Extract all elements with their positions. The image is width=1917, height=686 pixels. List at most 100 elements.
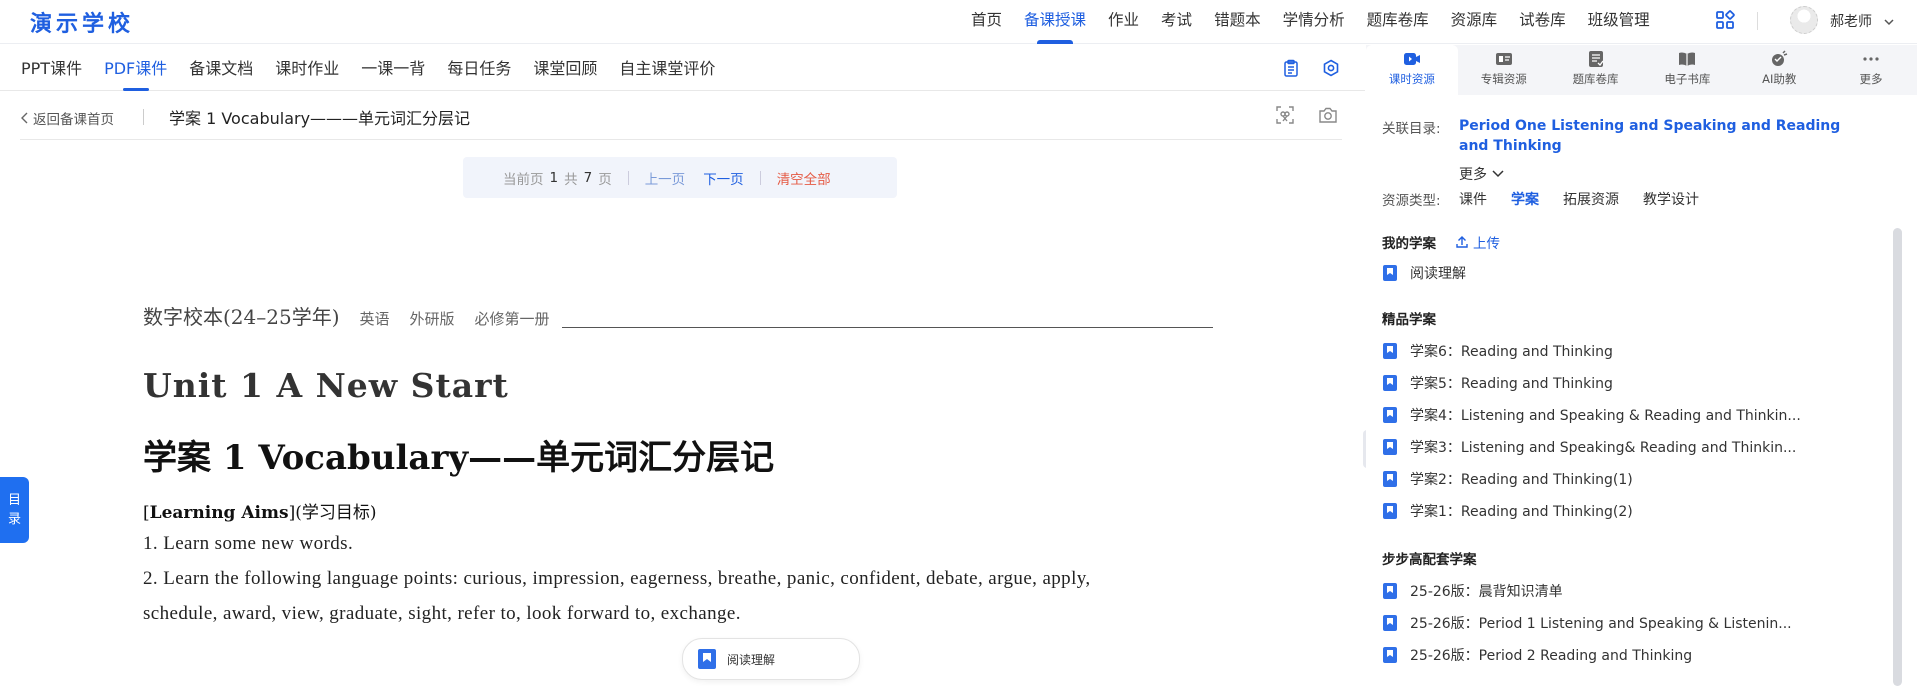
chevron-down-icon [1492, 170, 1504, 178]
tab-lesson-resources[interactable]: 课时资源 [1366, 45, 1458, 95]
tab-prep-doc[interactable]: 备课文档 [178, 45, 264, 91]
tab-label: 课时资源 [1388, 72, 1435, 86]
tab-ppt[interactable]: PPT课件 [10, 45, 93, 91]
floating-card-label: 阅读理解 [727, 652, 776, 667]
next-page-button[interactable]: 下一页 [703, 168, 744, 188]
upload-icon [1456, 236, 1468, 248]
filter-courseware[interactable]: 课件 [1459, 189, 1487, 209]
list-item[interactable]: 阅读理解 [1382, 263, 1466, 283]
list-item-label: 学案2：Reading and Thinking(1) [1410, 472, 1633, 488]
breadcrumb: 返回备课首页 学案 1 Vocabulary———单元词汇分层记 [20, 92, 1342, 140]
subject-label: 英语 [359, 310, 390, 328]
tab-label: 电子书库 [1664, 72, 1711, 86]
document-icon [1383, 583, 1397, 599]
current-page-label: 当前页 [503, 171, 544, 188]
list-item[interactable]: 学案4：Listening and Speaking & Reading and… [1382, 405, 1801, 425]
resource-type-filter: 课件 学案 拓展资源 教学设计 [1459, 189, 1723, 209]
resource-tabs: PPT课件 PDF课件 备课文档 课时作业 一课一背 每日任务 课堂回顾 自主课… [10, 45, 726, 91]
tab-pdf[interactable]: PDF课件 [93, 45, 178, 91]
more-icon [1863, 57, 1879, 61]
publisher-label: 外研版 [409, 310, 455, 328]
nav-question-bank[interactable]: 题库卷库 [1356, 0, 1440, 44]
top-navbar: 演示学校 首页 备课授课 作业 考试 错题本 学情分析 题库卷库 资源库 试卷库… [0, 0, 1917, 44]
apps-grid-icon[interactable] [1715, 10, 1735, 34]
nav-mistake-book[interactable]: 错题本 [1203, 0, 1272, 44]
catalog-link[interactable]: Period One Listening and Speaking and Re… [1459, 116, 1849, 156]
list-item-label: 学案6：Reading and Thinking [1410, 344, 1613, 360]
tab-ebook-library[interactable]: 电子书库 [1641, 45, 1733, 95]
page-unit-label: 页 [598, 171, 612, 188]
document-icon [698, 649, 716, 669]
upload-button[interactable]: 上传 [1455, 232, 1500, 252]
tab-more[interactable]: 更多 [1825, 45, 1917, 95]
prev-page-button[interactable]: 上一页 [645, 168, 686, 188]
document-icon [1383, 439, 1397, 455]
filter-extended-resources[interactable]: 拓展资源 [1563, 189, 1619, 209]
question-bank-icon [1588, 51, 1604, 67]
nav-resources[interactable]: 资源库 [1440, 0, 1509, 44]
document-icon [1383, 647, 1397, 663]
tab-daily-task[interactable]: 每日任务 [436, 45, 522, 91]
list-item[interactable]: 25-26版：晨背知识清单 [1382, 581, 1563, 601]
list-item-label: 学案4：Listening and Speaking & Reading and… [1410, 408, 1801, 424]
more-label: 更多 [1459, 167, 1487, 183]
right-resource-panel: 课时资源 专辑资源 题库卷库 电子书库 AI助教 更多 关联目录: Period… [1366, 45, 1917, 686]
filter-teaching-design[interactable]: 教学设计 [1643, 189, 1699, 209]
nav-lesson-prep[interactable]: 备课授课 [1013, 0, 1097, 44]
bubu-guides-heading: 步步高配套学案 [1382, 552, 1477, 568]
clipboard-icon[interactable] [1282, 59, 1300, 81]
book-icon [1679, 52, 1696, 66]
lesson-title: 学案 1 Vocabulary——单元词汇分层记 [143, 438, 775, 478]
nav-class-management[interactable]: 班级管理 [1577, 0, 1661, 44]
username[interactable]: 郝老师 [1830, 11, 1872, 31]
document-icon [1383, 615, 1397, 631]
nav-home[interactable]: 首页 [960, 0, 1013, 44]
tab-review[interactable]: 课堂回顾 [522, 45, 608, 91]
toc-toggle-button[interactable]: 目 录 [0, 477, 29, 543]
list-item-label: 学案3：Listening and Speaking& Reading and … [1410, 440, 1797, 456]
total-label: 共 [564, 171, 578, 188]
toc-label: 目 [7, 493, 21, 508]
list-item[interactable]: 学案3：Listening and Speaking& Reading and … [1382, 437, 1796, 457]
my-study-guides-heading: 我的学案 [1382, 236, 1436, 252]
nav-homework[interactable]: 作业 [1097, 0, 1150, 44]
list-item[interactable]: 学案2：Reading and Thinking(1) [1382, 469, 1633, 489]
nav-exam[interactable]: 考试 [1150, 0, 1203, 44]
list-item[interactable]: 25-26版：Period 1 Listening and Speaking &… [1382, 613, 1792, 633]
tab-homework[interactable]: 课时作业 [264, 45, 350, 91]
chevron-down-icon[interactable] [1883, 13, 1895, 32]
tab-recite[interactable]: 一课一背 [350, 45, 436, 91]
list-item-label: 学案5：Reading and Thinking [1410, 376, 1613, 392]
tab-question-bank[interactable]: 题库卷库 [1550, 45, 1642, 95]
camera-icon[interactable] [1318, 105, 1338, 129]
list-item[interactable]: 25-26版：Period 2 Reading and Thinking [1382, 645, 1692, 665]
page-pager: 当前页 1 共 7 页 上一页 下一页 清空全部 [463, 157, 897, 198]
gear-icon[interactable] [1322, 59, 1340, 81]
floating-resource-card[interactable]: 阅读理解 [682, 638, 860, 680]
list-item[interactable]: 学案1：Reading and Thinking(2) [1382, 501, 1633, 521]
list-item-label: 25-26版：Period 2 Reading and Thinking [1410, 648, 1693, 664]
document-icon [1383, 503, 1397, 519]
more-catalog-button[interactable]: 更多 [1459, 164, 1505, 184]
nav-paper-library[interactable]: 试卷库 [1508, 0, 1577, 44]
avatar[interactable] [1790, 6, 1818, 34]
list-item[interactable]: 学案6：Reading and Thinking [1382, 341, 1613, 361]
tab-self-evaluation[interactable]: 自主课堂评价 [608, 45, 726, 91]
total-page-number: 7 [583, 169, 593, 186]
main-nav: 首页 备课授课 作业 考试 错题本 学情分析 题库卷库 资源库 试卷库 班级管理 [960, 0, 1661, 44]
clear-all-button[interactable]: 清空全部 [777, 168, 831, 188]
back-to-prep-home-link[interactable]: 返回备课首页 [20, 108, 114, 128]
school-logo[interactable]: 演示学校 [30, 6, 134, 38]
document-title: 学案 1 Vocabulary———单元词汇分层记 [169, 109, 471, 128]
ai-icon [1772, 50, 1788, 66]
nav-analytics[interactable]: 学情分析 [1272, 0, 1356, 44]
resource-tabbar: PPT课件 PDF课件 备课文档 课时作业 一课一背 每日任务 课堂回顾 自主课… [0, 45, 1365, 91]
list-item-label: 学案1：Reading and Thinking(2) [1410, 504, 1633, 520]
tab-ai-assistant[interactable]: AI助教 [1733, 45, 1825, 95]
filter-study-guide[interactable]: 学案 [1511, 189, 1539, 209]
tab-album-resources[interactable]: 专辑资源 [1458, 45, 1550, 95]
crop-icon[interactable] [1275, 105, 1295, 129]
panel-scrollbar[interactable] [1893, 228, 1902, 686]
document-icon [1383, 407, 1397, 423]
list-item[interactable]: 学案5：Reading and Thinking [1382, 373, 1613, 393]
